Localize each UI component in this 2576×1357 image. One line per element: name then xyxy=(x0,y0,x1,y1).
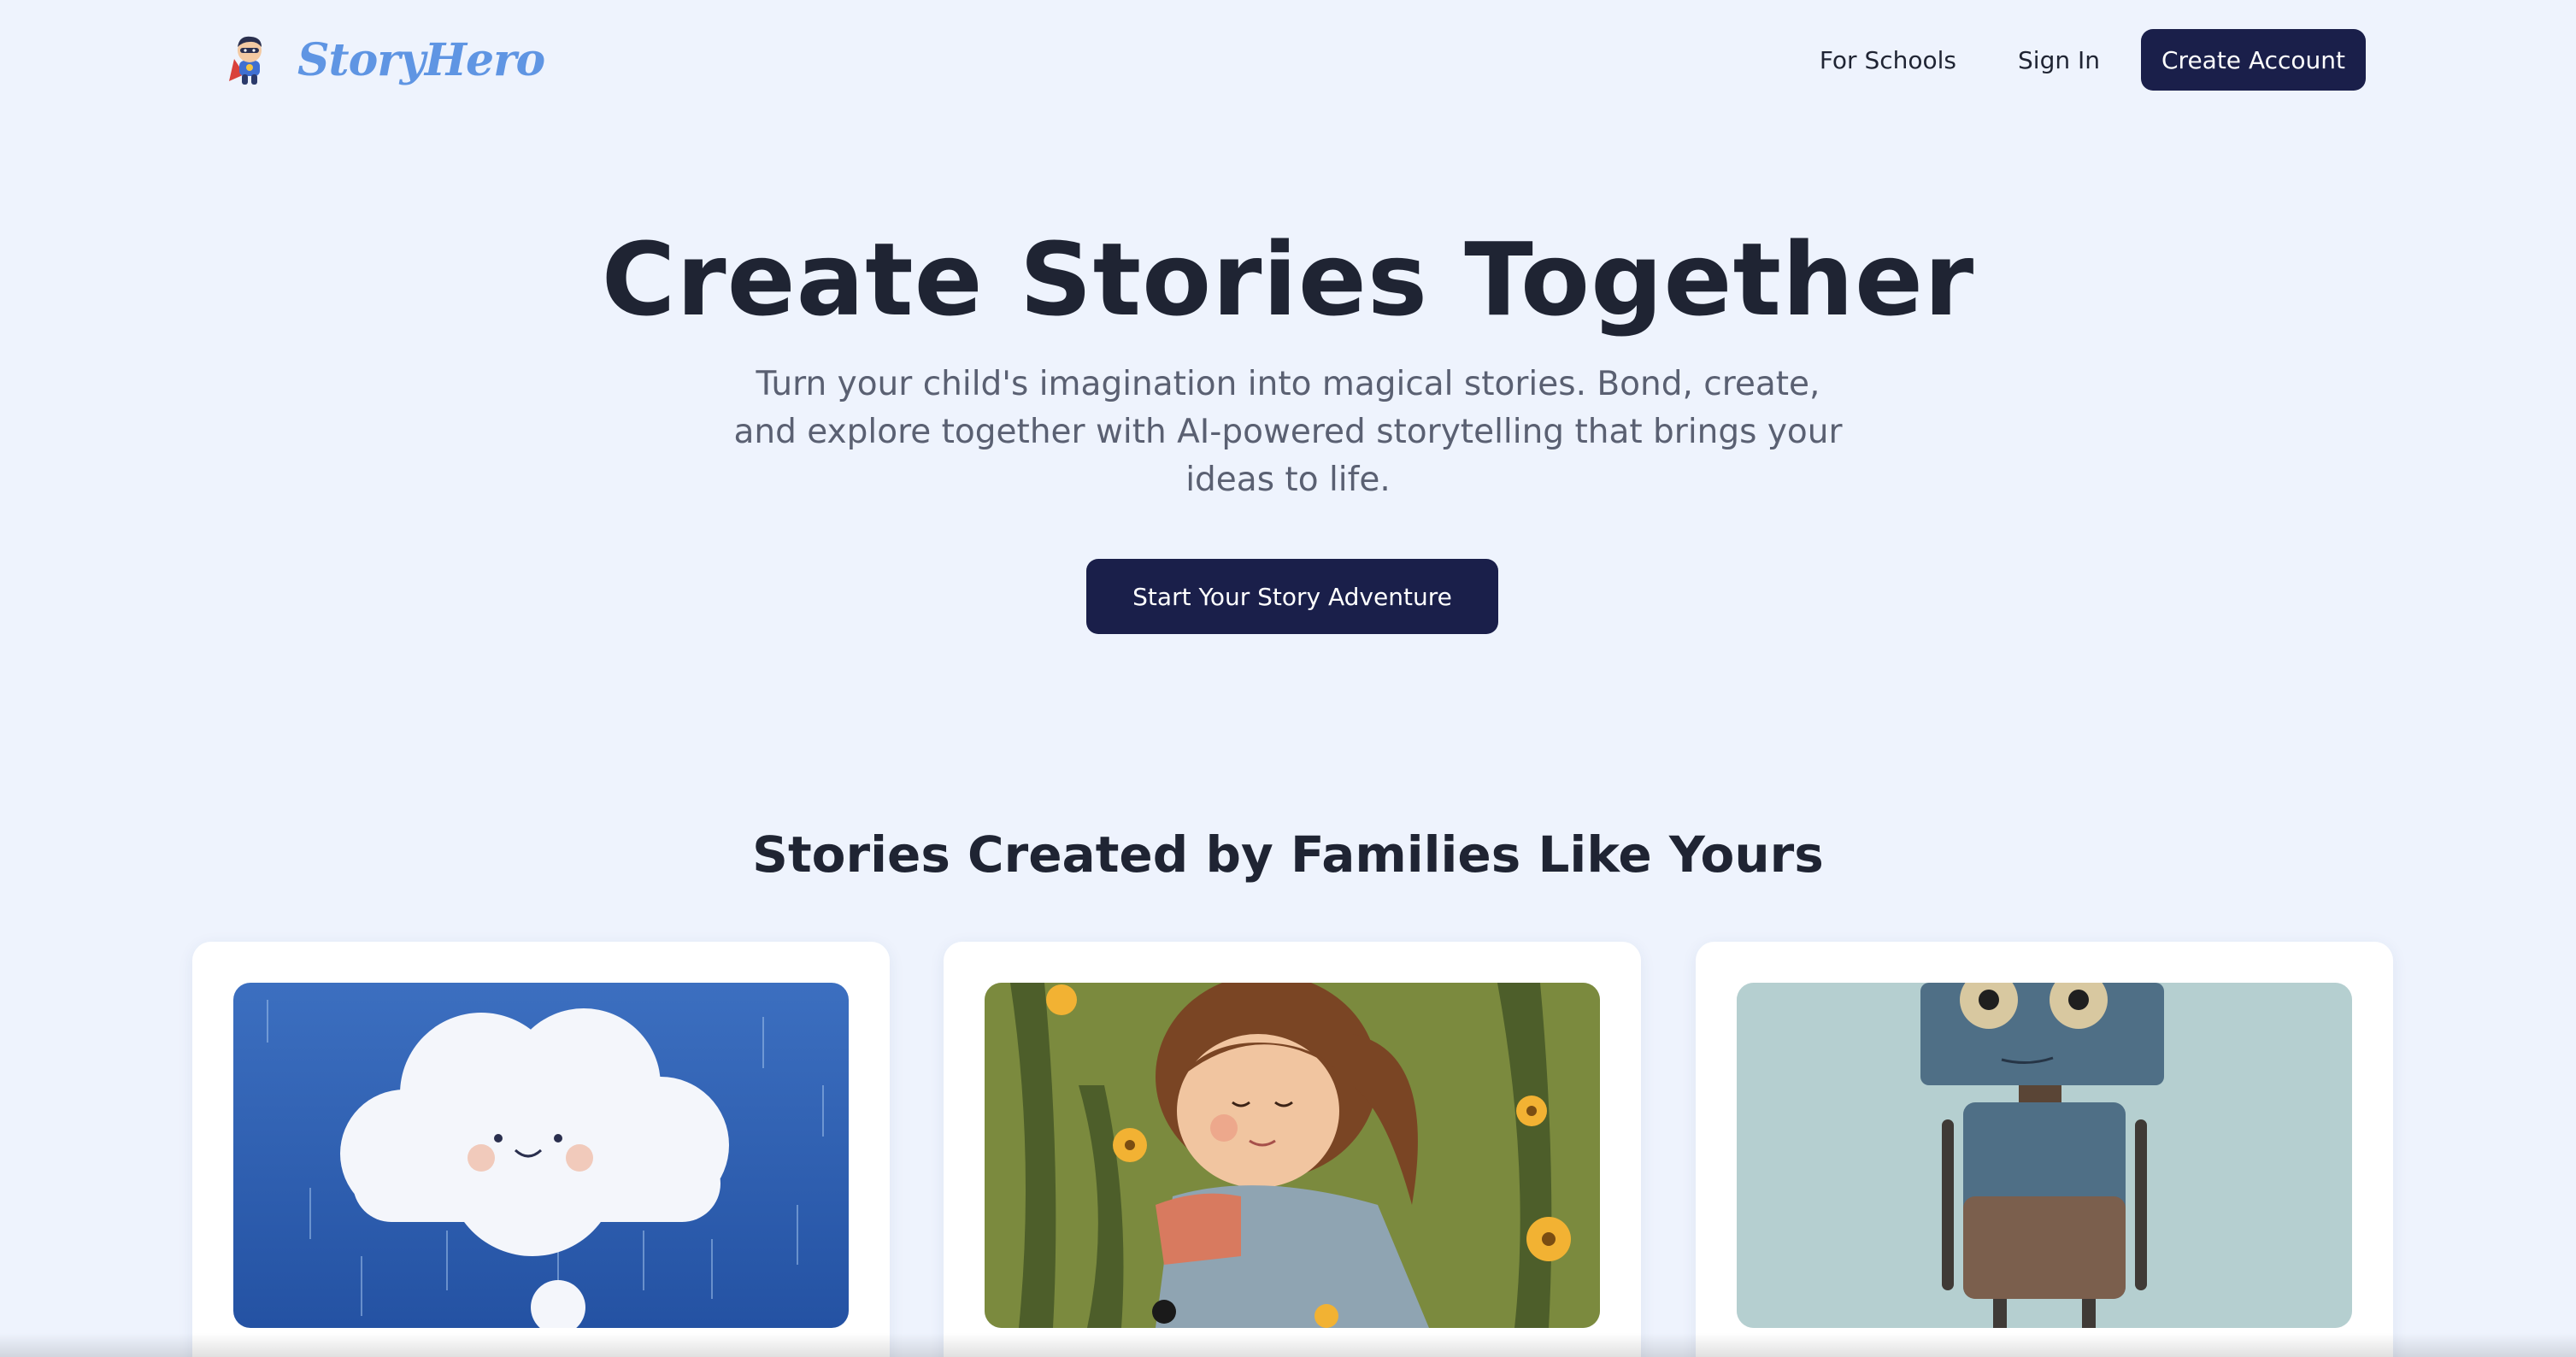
stories-section-title: Stories Created by Families Like Yours xyxy=(752,825,1824,884)
site-header: StoryHero For Schools Sign In Create Acc… xyxy=(0,0,2576,120)
brand-name: StoryHero xyxy=(297,33,545,86)
hero-title: Create Stories Together xyxy=(601,220,1975,338)
create-account-button[interactable]: Create Account xyxy=(2141,29,2366,91)
superhero-kid-icon xyxy=(229,36,262,85)
girl-among-flowers-illustration[interactable] xyxy=(985,983,1600,1328)
nav-for-schools-link[interactable]: For Schools xyxy=(1789,46,1987,74)
story-card-girl[interactable] xyxy=(944,942,1641,1357)
nav-sign-in-link[interactable]: Sign In xyxy=(1987,46,2131,74)
brand-logo[interactable]: StoryHero xyxy=(224,26,545,94)
main-nav: For Schools Sign In Create Account xyxy=(1789,29,2366,91)
smiling-cloud-in-rain-illustration[interactable] xyxy=(233,983,849,1328)
story-card-cloud[interactable] xyxy=(192,942,890,1357)
cloud-image xyxy=(233,983,849,1328)
girl-image xyxy=(985,983,1600,1328)
robot-image xyxy=(1737,983,2352,1328)
rusty-robot-illustration[interactable] xyxy=(1737,983,2352,1328)
start-story-button[interactable]: Start Your Story Adventure xyxy=(1086,559,1498,634)
story-card-robot[interactable] xyxy=(1696,942,2393,1357)
bottom-fade xyxy=(0,1333,2576,1357)
hero-subtitle: Turn your child's imagination into magic… xyxy=(733,365,1843,499)
